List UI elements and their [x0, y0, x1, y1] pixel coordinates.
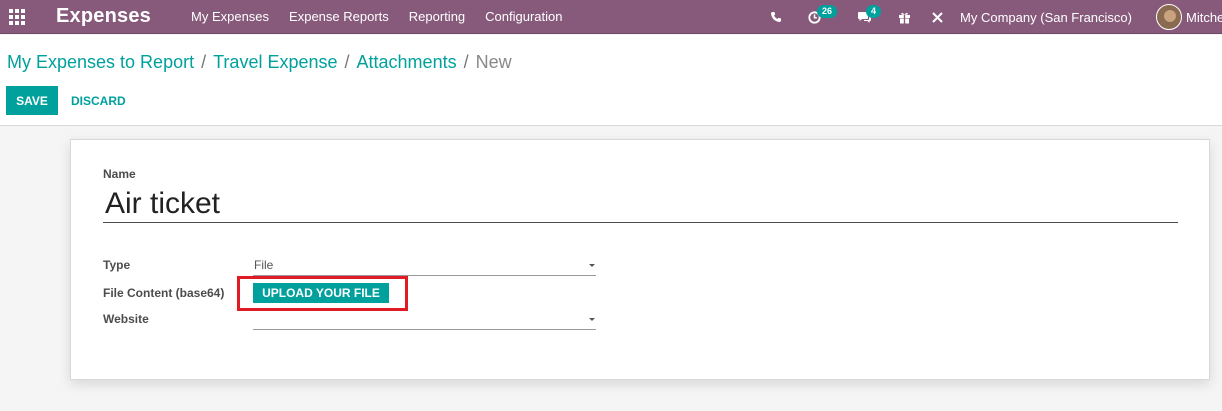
save-button[interactable]: SAVE — [6, 86, 58, 115]
debug-tools-icon[interactable] — [931, 11, 944, 24]
top-navbar: Expenses My Expenses Expense Reports Rep… — [0, 0, 1222, 34]
chevron-down-icon — [589, 264, 595, 267]
systray: 26 4 My Company (San Francisco) Mitchell… — [760, 0, 1222, 34]
breadcrumb-current: New — [475, 52, 512, 72]
main-menu: My Expenses Expense Reports Reporting Co… — [181, 0, 572, 34]
name-label: Name — [103, 167, 136, 181]
menu-reporting[interactable]: Reporting — [399, 0, 475, 34]
control-panel: My Expenses to Report / Travel Expense /… — [0, 35, 1222, 126]
breadcrumb-separator: / — [344, 52, 350, 72]
breadcrumb-separator: / — [201, 52, 207, 72]
breadcrumb-attachments[interactable]: Attachments — [357, 52, 457, 73]
user-avatar[interactable] — [1156, 4, 1182, 30]
breadcrumb-my-expenses-to-report[interactable]: My Expenses to Report — [7, 52, 194, 73]
activity-clock-icon[interactable]: 26 — [808, 4, 838, 24]
breadcrumb-travel-expense[interactable]: Travel Expense — [213, 52, 337, 73]
user-menu[interactable]: Mitchell Admin — [1186, 10, 1222, 25]
messages-count-badge: 4 — [866, 4, 882, 18]
name-field[interactable] — [103, 185, 1178, 223]
activity-count-badge: 26 — [817, 4, 838, 18]
breadcrumb-separator: / — [463, 52, 469, 72]
type-label: Type — [103, 258, 131, 272]
type-select-value: File — [254, 258, 274, 272]
website-label: Website — [103, 312, 149, 326]
file-content-label: File Content (base64) — [103, 286, 225, 300]
upload-file-button[interactable]: UPLOAD YOUR FILE — [253, 283, 389, 303]
phone-icon[interactable] — [770, 11, 782, 23]
menu-expense-reports[interactable]: Expense Reports — [279, 0, 399, 34]
gift-icon[interactable] — [898, 11, 911, 24]
breadcrumb: My Expenses to Report / Travel Expense /… — [7, 52, 512, 73]
menu-configuration[interactable]: Configuration — [475, 0, 572, 34]
app-title[interactable]: Expenses — [56, 5, 151, 28]
chat-icon[interactable]: 4 — [857, 4, 882, 24]
menu-my-expenses[interactable]: My Expenses — [181, 0, 279, 34]
type-select[interactable]: File — [253, 255, 596, 276]
discard-button[interactable]: DISCARD — [64, 86, 133, 115]
form-sheet: Name Type File File Content (base64) UPL… — [70, 139, 1210, 380]
company-switcher[interactable]: My Company (San Francisco) — [960, 10, 1132, 25]
website-select[interactable] — [253, 309, 596, 330]
apps-menu-icon[interactable] — [0, 0, 34, 34]
chevron-down-icon — [589, 318, 595, 321]
